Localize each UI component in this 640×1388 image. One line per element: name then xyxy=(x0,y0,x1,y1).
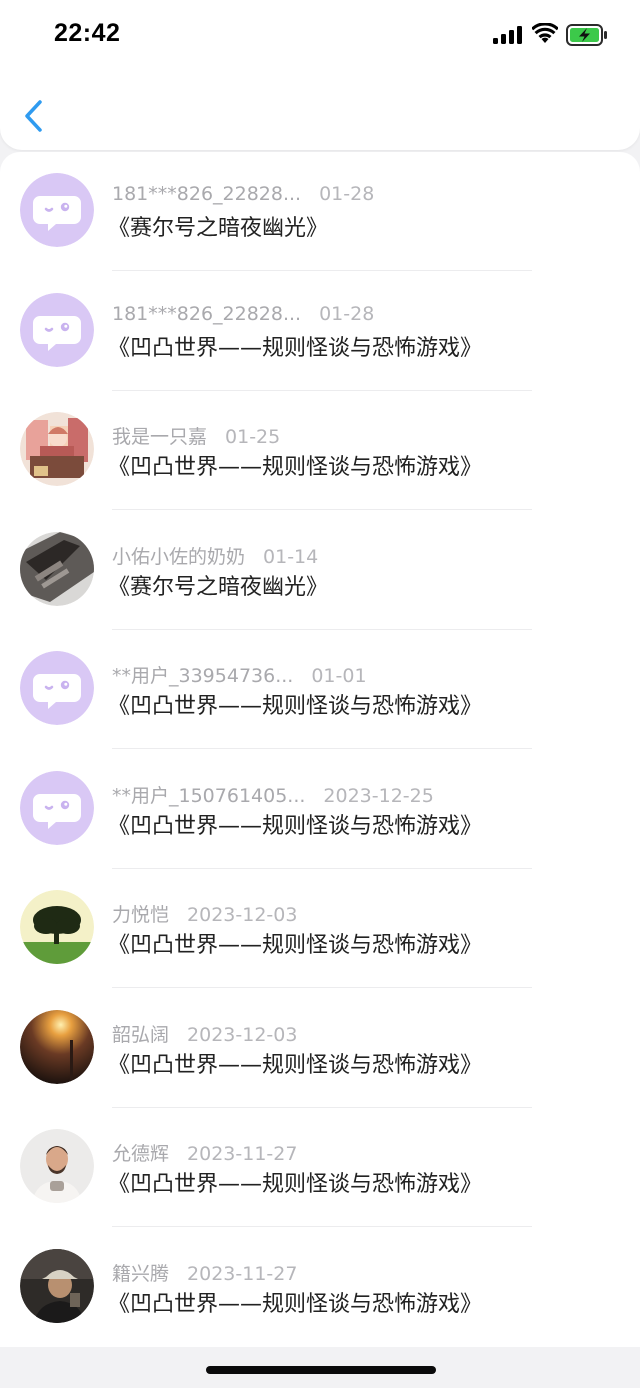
list-item[interactable]: 181***826_22828... 01-28 《凹凸世界——规则怪谈与恐怖游戏》 xyxy=(0,272,640,391)
list-item[interactable]: 韶弘阔 2023-12-03 《凹凸世界——规则怪谈与恐怖游戏》 xyxy=(0,989,640,1108)
item-meta: 允德辉 2023-11-27 xyxy=(112,1139,297,1165)
back-button[interactable] xyxy=(18,96,54,136)
user-name: 我是一只嘉 xyxy=(112,426,208,448)
user-name: **用户_33954736... xyxy=(112,665,294,687)
person-cap-photo-avatar-image xyxy=(20,1248,94,1323)
book-title: 《凹凸世界——规则怪谈与恐怖游戏》 xyxy=(108,933,483,958)
avatar[interactable] xyxy=(20,1009,94,1084)
book-title: 《凹凸世界——规则怪谈与恐怖游戏》 xyxy=(108,1172,483,1197)
list-item[interactable]: **用户_33954736... 01-01 《凹凸世界——规则怪谈与恐怖游戏》 xyxy=(0,630,640,749)
item-meta: 籍兴腾 2023-11-27 xyxy=(112,1259,297,1285)
user-name: 181***826_22828... xyxy=(112,183,302,205)
avatar[interactable] xyxy=(20,770,94,845)
header-bar: 22:42 xyxy=(0,0,640,150)
book-title: 《凹凸世界——规则怪谈与恐怖游戏》 xyxy=(108,455,483,480)
home-indicator[interactable] xyxy=(206,1366,436,1374)
default-chat-bubble-avatar-image xyxy=(20,292,94,367)
list-item[interactable]: 小佑小佐的奶奶 01-14 《赛尔号之暗夜幽光》 xyxy=(0,511,640,630)
avatar[interactable] xyxy=(20,651,94,725)
default-chat-bubble-avatar-image xyxy=(20,651,94,725)
book-title: 《赛尔号之暗夜幽光》 xyxy=(108,216,329,241)
tree-landscape-avatar-image xyxy=(20,890,94,964)
item-date: 2023-12-03 xyxy=(187,904,298,926)
default-chat-bubble-avatar-image xyxy=(20,770,94,845)
list-item[interactable]: 籍兴腾 2023-11-27 《凹凸世界——规则怪谈与恐怖游戏》 xyxy=(0,1228,640,1347)
user-name: 允德辉 xyxy=(112,1143,170,1165)
photo-avatar-image xyxy=(20,531,94,606)
list-item[interactable]: 力悦恺 2023-12-03 《凹凸世界——规则怪谈与恐怖游戏》 xyxy=(0,869,640,988)
item-meta: 小佑小佐的奶奶 01-14 xyxy=(112,542,318,568)
person-photo-avatar-image xyxy=(20,1129,94,1203)
user-name: 181***826_22828... xyxy=(112,302,302,325)
item-meta: 181***826_22828... 01-28 xyxy=(112,303,374,329)
user-name: 韶弘阔 xyxy=(112,1023,170,1046)
book-title: 《凹凸世界——规则怪谈与恐怖游戏》 xyxy=(108,813,483,839)
battery-charging-icon xyxy=(566,24,607,46)
list-item[interactable]: 我是一只嘉 01-25 《凹凸世界——规则怪谈与恐怖游戏》 xyxy=(0,391,640,510)
user-name: 力悦恺 xyxy=(112,904,170,926)
chevron-left-icon xyxy=(25,100,42,132)
default-chat-bubble-avatar-image xyxy=(20,173,94,247)
user-name: 籍兴腾 xyxy=(112,1262,170,1285)
cellular-signal-icon xyxy=(493,26,522,44)
avatar[interactable] xyxy=(20,1129,94,1203)
avatar[interactable] xyxy=(20,531,94,606)
item-date: 01-25 xyxy=(225,426,281,448)
wifi-icon xyxy=(532,23,558,43)
item-meta: **用户_33954736... 01-01 xyxy=(112,661,367,687)
avatar[interactable] xyxy=(20,1248,94,1323)
anime-illustration-avatar-image xyxy=(20,412,94,486)
user-name: 小佑小佐的奶奶 xyxy=(112,545,246,568)
item-date: 2023-11-27 xyxy=(187,1143,298,1165)
item-meta: 韶弘阔 2023-12-03 xyxy=(112,1020,297,1046)
book-title: 《凹凸世界——规则怪谈与恐怖游戏》 xyxy=(108,335,483,361)
list-item[interactable]: 181***826_22828... 01-28 《赛尔号之暗夜幽光》 xyxy=(0,152,640,271)
item-date: 2023-11-27 xyxy=(187,1262,298,1285)
book-title: 《凹凸世界——规则怪谈与恐怖游戏》 xyxy=(108,1052,483,1078)
item-date: 01-28 xyxy=(319,183,375,205)
status-time: 22:42 xyxy=(54,19,121,47)
list-item[interactable]: **用户_150761405... 2023-12-25 《凹凸世界——规则怪谈与恐… xyxy=(0,750,640,869)
book-title: 《赛尔号之暗夜幽光》 xyxy=(108,574,329,600)
item-date: 2023-12-03 xyxy=(187,1023,298,1046)
avatar[interactable] xyxy=(20,412,94,486)
item-meta: 我是一只嘉 01-25 xyxy=(112,422,280,448)
sunset-photo-avatar-image xyxy=(20,1009,94,1084)
item-meta: 力悦恺 2023-12-03 xyxy=(112,900,297,926)
item-date: 01-28 xyxy=(319,302,375,325)
item-meta: 181***826_22828... 01-28 xyxy=(112,183,374,209)
book-title: 《凹凸世界——规则怪谈与恐怖游戏》 xyxy=(108,694,483,719)
avatar[interactable] xyxy=(20,890,94,964)
item-date: 01-01 xyxy=(311,665,367,687)
avatar[interactable] xyxy=(20,292,94,367)
user-name: **用户_150761405... xyxy=(112,784,306,807)
list-item[interactable]: 允德辉 2023-11-27 《凹凸世界——规则怪谈与恐怖游戏》 xyxy=(0,1108,640,1227)
item-meta: **用户_150761405... 2023-12-25 xyxy=(112,781,434,807)
status-bar: 22:42 xyxy=(0,0,640,70)
book-title: 《凹凸世界——规则怪谈与恐怖游戏》 xyxy=(108,1291,483,1317)
item-date: 01-14 xyxy=(263,545,319,568)
avatar[interactable] xyxy=(20,173,94,247)
item-date: 2023-12-25 xyxy=(323,784,434,807)
reader-list: 181***826_22828... 01-28 《赛尔号之暗夜幽光》 181***8… xyxy=(0,152,640,1347)
